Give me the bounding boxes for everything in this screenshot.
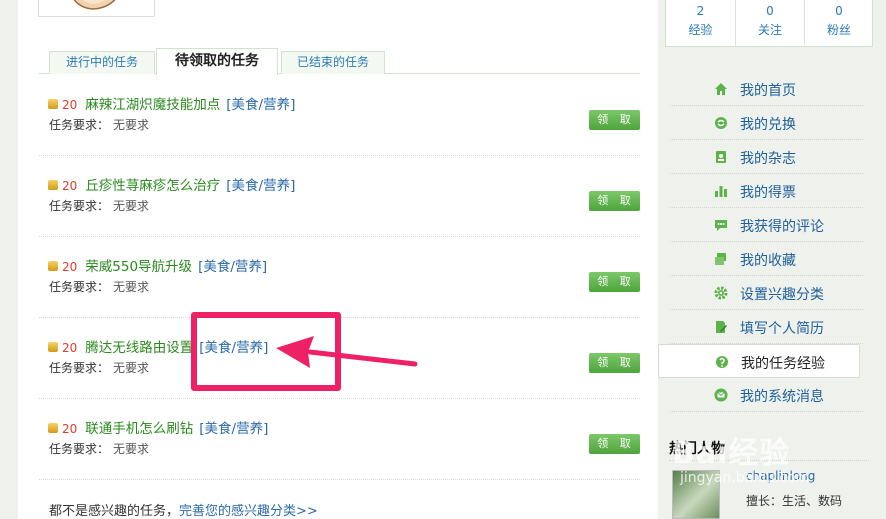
task-requirement-value: 无要求 [113, 361, 150, 375]
annotation-arrow-icon [276, 336, 418, 368]
sidebar-item-votes[interactable]: 我的得票 [670, 174, 863, 208]
sidebar-item-interests[interactable]: 设置兴趣分类 [670, 276, 863, 310]
sidebar-item-label: 设置兴趣分类 [740, 287, 824, 303]
sidebar-item-collect[interactable]: 我的收藏 [670, 242, 863, 276]
task-title-link[interactable]: 腾达无线路由设置 [85, 340, 193, 356]
stat-value: 2 [696, 4, 705, 18]
chart-icon [715, 186, 727, 197]
sidebar-item-exchange[interactable]: 我的兑换 [670, 106, 863, 140]
task-requirement-value: 无要求 [113, 118, 150, 132]
edit-icon [716, 321, 727, 333]
task-requirement-label: 任务要求： [49, 442, 110, 456]
sidebar-item-label: 我的任务经验 [741, 356, 825, 372]
sidebar-item-resume[interactable]: 填写个人简历 [670, 310, 863, 344]
task-requirement-value: 无要求 [113, 442, 150, 456]
tab-in-progress[interactable]: 进行中的任务 [49, 51, 155, 74]
task-points: 20 [62, 260, 78, 274]
task-requirement-label: 任务要求： [49, 361, 110, 375]
task-category-link[interactable]: [美食/营养] [199, 421, 268, 437]
task-tabs: 进行中的任务 待领取的任务 已结束的任务 [39, 48, 640, 75]
task-item: 20 麻辣江湖炽魔技能加点 [美食/营养] 任务要求： 无要求 领 取 [39, 75, 640, 156]
claim-button[interactable]: 领 取 [589, 353, 640, 373]
task-item: 20 丘疹性荨麻疹怎么治疗 [美食/营养] 任务要求： 无要求 领 取 [39, 156, 640, 237]
task-category-link[interactable]: [美食/营养] [226, 97, 295, 113]
coin-icon [48, 342, 58, 352]
task-item: 20 联通手机怎么刷钻 [美食/营养] 任务要求： 无要求 领 取 [39, 399, 640, 480]
mail-icon [714, 388, 728, 402]
task-requirement-value: 无要求 [113, 199, 150, 213]
claim-button[interactable]: 领 取 [589, 191, 640, 211]
sidebar-item-label: 我的收藏 [740, 253, 796, 269]
left-margin [0, 0, 18, 519]
stat-label: 经验 [688, 23, 713, 37]
task-requirement-label: 任务要求： [49, 280, 110, 294]
magazine-icon [716, 151, 726, 163]
sidebar-item-task-experience[interactable]: 我的任务经验 [658, 344, 860, 378]
comment-icon [715, 220, 727, 231]
stat-value: 0 [835, 4, 843, 18]
avatar-image [73, 0, 116, 10]
stat-experience[interactable]: 2 经验 [666, 0, 735, 46]
sidebar-item-label: 我获得的评论 [740, 219, 824, 235]
sidebar-item-label: 我的兑换 [740, 117, 796, 133]
interest-hint: 都不是感兴趣的任务，完善您的感兴趣分类>> [49, 500, 318, 519]
user-stats: 2 经验 0 关注 0 粉丝 [665, 0, 873, 47]
coin-icon [48, 180, 58, 190]
task-item: 20 荣威550导航升级 [美食/营养] 任务要求： 无要求 领 取 [39, 237, 640, 318]
gear-icon [714, 286, 728, 300]
sidebar-menu: 我的首页 我的兑换 我的杂志 我的得票 我获得的评论 我的收藏 设置兴趣分类 填… [658, 72, 863, 412]
claim-button[interactable]: 领 取 [589, 110, 640, 130]
coin-icon [48, 261, 58, 271]
task-title-link[interactable]: 麻辣江湖炽魔技能加点 [85, 97, 220, 113]
stat-following[interactable]: 0 关注 [735, 0, 804, 46]
task-title-link[interactable]: 丘疹性荨麻疹怎么治疗 [85, 178, 220, 194]
watermark-logo: Bai经验 [672, 436, 791, 471]
interest-hint-text: 都不是感兴趣的任务， [49, 504, 180, 519]
task-icon [716, 356, 728, 368]
sidebar-item-messages[interactable]: 我的系统消息 [670, 378, 863, 412]
sidebar-item-magazine[interactable]: 我的杂志 [670, 140, 863, 174]
main-panel: 进行中的任务 待领取的任务 已结束的任务 20 麻辣江湖炽魔技能加点 [美食/营养]… [18, 0, 658, 519]
task-requirement-label: 任务要求： [49, 118, 110, 132]
home-icon [715, 83, 727, 95]
hot-person-skill: 擅长：生活、数码 [746, 494, 843, 508]
stat-label: 粉丝 [826, 23, 851, 37]
watermark-site: jingyan.baidu.com [680, 470, 810, 486]
coin-icon [48, 423, 58, 433]
coin-icon [48, 99, 58, 109]
sidebar-item-label: 我的系统消息 [740, 389, 824, 405]
exchange-icon [715, 117, 727, 129]
task-points: 20 [62, 98, 78, 112]
task-category-link[interactable]: [美食/营养] [226, 178, 295, 194]
stat-label: 关注 [757, 23, 782, 37]
sidebar-item-comments[interactable]: 我获得的评论 [670, 208, 863, 242]
complete-interest-link[interactable]: 完善您的感兴趣分类>> [179, 504, 318, 519]
tab-pending[interactable]: 待领取的任务 [156, 48, 278, 75]
stat-fans[interactable]: 0 粉丝 [804, 0, 873, 46]
task-points: 20 [62, 422, 78, 436]
claim-button[interactable]: 领 取 [589, 272, 640, 292]
sidebar-item-label: 我的得票 [740, 185, 796, 201]
sidebar-item-label: 填写个人简历 [740, 321, 824, 337]
avatar[interactable] [38, 0, 155, 17]
task-points: 20 [62, 341, 78, 355]
task-requirement-label: 任务要求： [49, 199, 110, 213]
sidebar-item-home[interactable]: 我的首页 [670, 72, 863, 106]
sidebar-item-label: 我的杂志 [740, 151, 796, 167]
task-points: 20 [62, 179, 78, 193]
task-requirement-value: 无要求 [113, 280, 150, 294]
tab-finished[interactable]: 已结束的任务 [281, 51, 385, 74]
claim-button[interactable]: 领 取 [589, 434, 640, 454]
sidebar-item-label: 我的首页 [740, 83, 796, 99]
stat-value: 0 [766, 4, 774, 18]
task-title-link[interactable]: 联通手机怎么刷钻 [85, 421, 193, 437]
task-title-link[interactable]: 荣威550导航升级 [85, 259, 192, 275]
collect-icon [715, 253, 726, 265]
task-category-link[interactable]: [美食/营养] [198, 259, 267, 275]
